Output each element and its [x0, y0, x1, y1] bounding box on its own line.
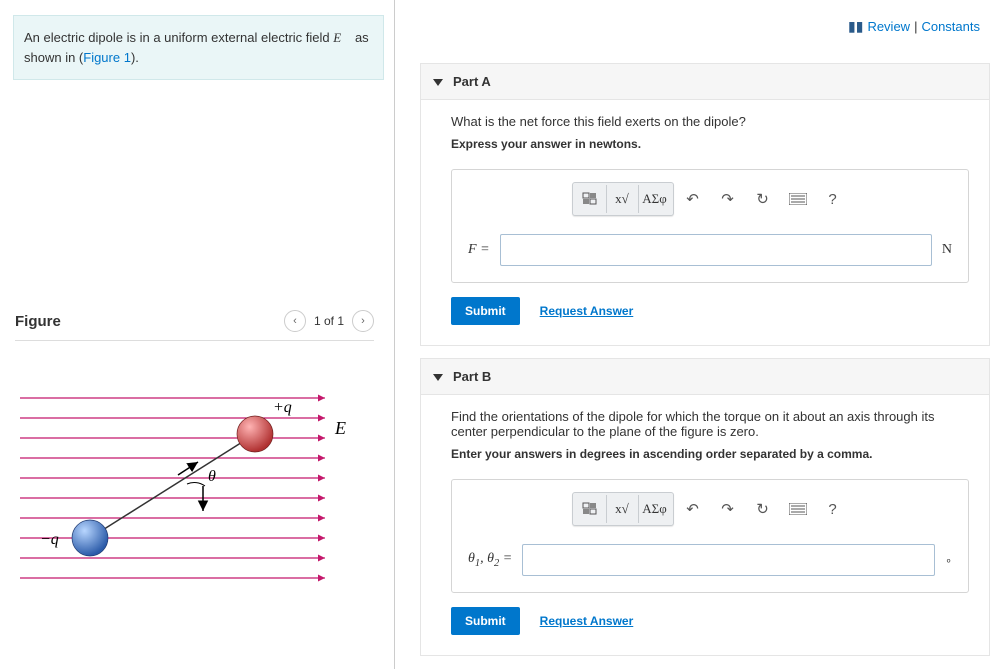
part-a-question: What is the net force this field exerts … [451, 114, 969, 129]
request-answer-b[interactable]: Request Answer [540, 614, 634, 628]
part-b-box: Part B Find the orientations of the dipo… [420, 358, 990, 656]
collapse-icon [433, 372, 443, 382]
keyboard-icon[interactable] [782, 185, 814, 213]
problem-text-3: ). [131, 50, 139, 65]
reset-icon[interactable]: ↻ [747, 495, 779, 523]
label-theta: θ [208, 468, 216, 485]
submit-button-a[interactable]: Submit [451, 297, 520, 325]
label-neg-q: −q [40, 531, 59, 548]
problem-statement: An electric dipole is in a uniform exter… [13, 15, 384, 80]
greek-icon[interactable]: ΑΣφ [639, 495, 671, 523]
redo-icon[interactable]: ↷ [712, 495, 744, 523]
unit-b: ∘ [945, 554, 952, 567]
part-b-question: Find the orientations of the dipole for … [451, 409, 969, 439]
undo-icon[interactable]: ↶ [677, 495, 709, 523]
answer-input-b[interactable] [522, 544, 935, 576]
template-icon[interactable] [575, 185, 607, 213]
answer-input-a[interactable] [500, 234, 932, 266]
part-b-instruction: Enter your answers in degrees in ascendi… [451, 447, 969, 461]
review-link[interactable]: Review [867, 19, 910, 34]
greek-icon[interactable]: ΑΣφ [639, 185, 671, 213]
sqrt-icon[interactable]: x√ [607, 495, 639, 523]
part-b-title: Part B [453, 369, 491, 384]
help-icon[interactable]: ? [817, 495, 849, 523]
answer-box-a: x√ ΑΣφ ↶ ↷ ↻ ? F = N [451, 169, 969, 283]
part-a-header[interactable]: Part A [421, 64, 989, 100]
redo-icon[interactable]: ↷ [712, 185, 744, 213]
template-icon[interactable] [575, 495, 607, 523]
figure-link[interactable]: Figure 1 [83, 50, 131, 65]
collapse-icon [433, 77, 443, 87]
problem-text-1: An electric dipole is in a uniform exter… [24, 30, 333, 45]
part-a-instruction: Express your answer in newtons. [451, 137, 969, 151]
answer-box-b: x√ ΑΣφ ↶ ↷ ↻ ? θ1, θ2 = ∘ [451, 479, 969, 593]
part-a-title: Part A [453, 74, 491, 89]
help-icon[interactable]: ? [817, 185, 849, 213]
reset-icon[interactable]: ↻ [747, 185, 779, 213]
sqrt-icon[interactable]: x√ [607, 185, 639, 213]
submit-button-b[interactable]: Submit [451, 607, 520, 635]
constants-link[interactable]: Constants [921, 19, 980, 34]
figure-next-button[interactable]: › [352, 310, 374, 332]
figure-counter: 1 of 1 [314, 314, 344, 328]
input-prefix-a: F = [468, 242, 490, 258]
label-field: E⃗ [334, 418, 355, 438]
top-links: ▮▮ Review | Constants [848, 18, 980, 35]
link-separator: | [914, 19, 917, 34]
request-answer-a[interactable]: Request Answer [540, 304, 634, 318]
figure-nav: ‹ 1 of 1 › [284, 310, 374, 332]
keyboard-icon[interactable] [782, 495, 814, 523]
part-b-header[interactable]: Part B [421, 359, 989, 395]
toolbar-b: x√ ΑΣφ ↶ ↷ ↻ ? [468, 492, 952, 526]
toolbar-a: x√ ΑΣφ ↶ ↷ ↻ ? [468, 182, 952, 216]
input-prefix-b: θ1, θ2 = [468, 551, 512, 569]
figure-prev-button[interactable]: ‹ [284, 310, 306, 332]
books-icon: ▮▮ [848, 18, 863, 35]
label-pos-q: +q [273, 399, 292, 416]
figure-title: Figure [15, 313, 61, 330]
dipole-figure: +q E⃗ θ −q [15, 386, 355, 586]
unit-a: N [942, 242, 952, 258]
undo-icon[interactable]: ↶ [677, 185, 709, 213]
part-a-box: Part A What is the net force this field … [420, 63, 990, 346]
